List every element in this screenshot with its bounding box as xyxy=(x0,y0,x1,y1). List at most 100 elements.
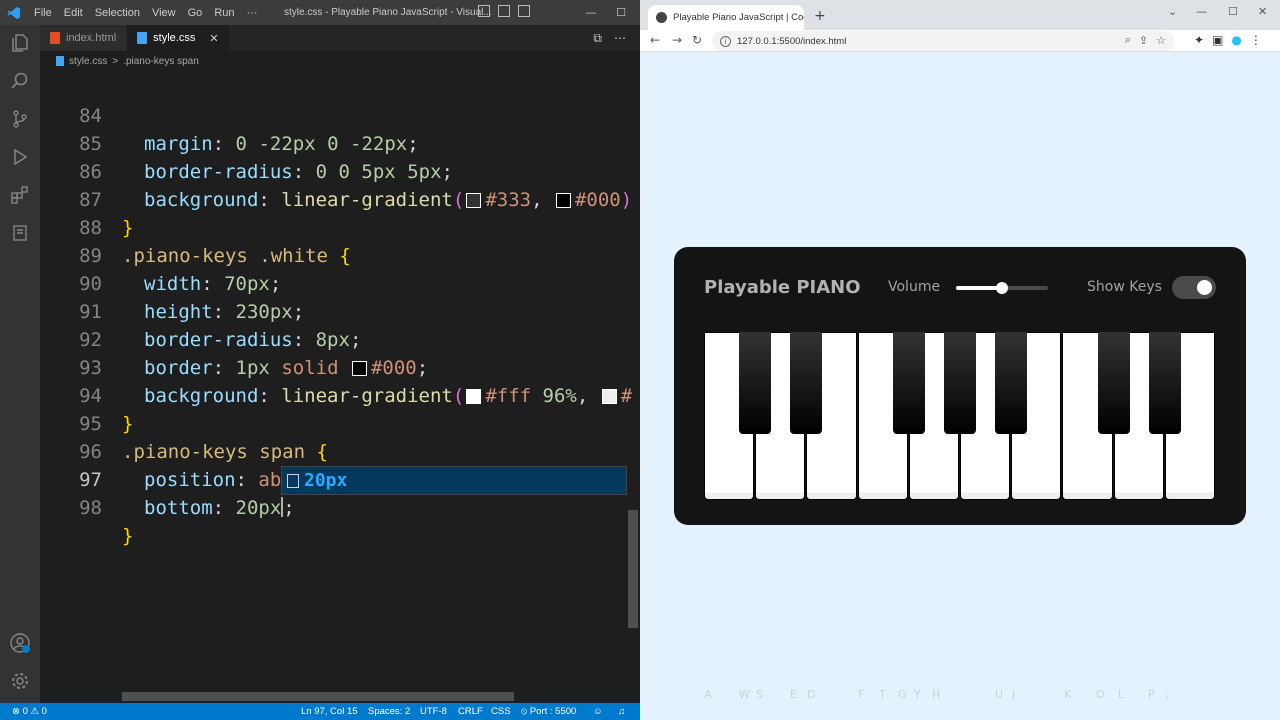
tab-label: index.html xyxy=(66,32,117,44)
show-keys-label: Show Keys xyxy=(1087,279,1162,295)
live-server-port[interactable]: ⦸ Port : 5500 xyxy=(521,706,576,717)
minimize-button[interactable]: — xyxy=(574,0,608,25)
menu-selection[interactable]: Selection xyxy=(89,7,146,19)
key-hint: P xyxy=(1148,688,1155,701)
key-hint: L xyxy=(1118,688,1125,701)
black-piano-key[interactable] xyxy=(995,332,1028,434)
address-bar[interactable]: i 127.0.0.1:5500/index.html ⌕ ⇪ ☆ xyxy=(712,31,1174,51)
search-icon[interactable] xyxy=(8,69,32,93)
vscode-logo-icon xyxy=(0,0,28,25)
suggestion-text: 20px xyxy=(304,470,348,491)
breadcrumb-symbol[interactable]: .piano-keys span xyxy=(123,56,199,67)
settings-gear-icon[interactable] xyxy=(8,669,32,693)
more-actions-icon[interactable]: ⋯ xyxy=(614,31,626,46)
key-hint: O xyxy=(1096,688,1105,701)
code-line: 95 .piano-keys span { xyxy=(40,382,640,463)
code-line: 86 background: linear-gradient(#333, #00… xyxy=(40,130,640,211)
indentation[interactable]: Spaces: 2 xyxy=(368,706,410,717)
tab-search-icon[interactable]: ⌄ xyxy=(1168,5,1177,18)
close-window-button[interactable]: ✕ xyxy=(1258,5,1267,18)
breadcrumb-file[interactable]: style.css xyxy=(69,56,107,67)
language-mode[interactable]: CSS xyxy=(491,706,511,717)
remote-explorer-icon[interactable] xyxy=(8,221,32,245)
maximize-button[interactable]: ☐ xyxy=(604,0,638,25)
notifications-bell-icon[interactable]: ♫ xyxy=(618,706,625,717)
encoding[interactable]: UTF-8 xyxy=(420,706,447,717)
menu-run[interactable]: Run xyxy=(208,7,240,19)
close-tab-icon[interactable]: ✕ xyxy=(209,32,218,45)
code-line: 91 border-radius: 8px; xyxy=(40,270,640,351)
code-line: 85 border-radius: 0 0 5px 5px; xyxy=(40,102,640,183)
site-info-icon[interactable]: i xyxy=(720,35,731,47)
volume-slider[interactable] xyxy=(956,282,1048,294)
code-editor[interactable]: 84 margin: 0 -22px 0 -22px; 85 border-ra… xyxy=(40,73,640,693)
volume-slider-thumb[interactable] xyxy=(996,282,1008,294)
title-bar: File Edit Selection View Go Run ··· styl… xyxy=(0,0,640,25)
key-hint: U xyxy=(995,688,1004,701)
menu-edit[interactable]: Edit xyxy=(58,7,89,19)
black-piano-key[interactable] xyxy=(739,332,772,434)
back-icon[interactable]: ← xyxy=(650,33,660,47)
minimize-button[interactable]: — xyxy=(1196,5,1207,18)
reload-icon[interactable]: ↻ xyxy=(692,33,702,47)
key-hint: F xyxy=(858,688,865,701)
toggle-sidebar-icon[interactable] xyxy=(478,5,490,17)
cursor-position[interactable]: Ln 97, Col 15 xyxy=(301,706,358,717)
css-file-icon xyxy=(137,32,148,44)
source-control-icon[interactable] xyxy=(8,107,32,131)
browser-menu-icon[interactable]: ⋮ xyxy=(1250,33,1262,47)
piano-wrapper: Playable PIANO Volume Show Keys xyxy=(674,247,1246,525)
menu-view[interactable]: View xyxy=(146,7,182,19)
problems-indicator[interactable]: ⊗ 0 ⚠ 0 xyxy=(12,706,47,717)
code-text: bottom: 20px; xyxy=(144,497,295,519)
menu-go[interactable]: Go xyxy=(182,7,209,19)
code-line: 90 height: 230px; xyxy=(40,242,640,323)
horizontal-scrollbar[interactable] xyxy=(122,692,514,701)
share-icon[interactable]: ⇪ xyxy=(1139,34,1148,47)
browser-window: Playable Piano JavaScript | Codin ✕ + ⌄ … xyxy=(640,0,1280,720)
run-debug-icon[interactable] xyxy=(8,145,32,169)
menu-more[interactable]: ··· xyxy=(241,7,264,19)
piano-title: Playable PIANO xyxy=(704,277,861,298)
black-piano-key[interactable] xyxy=(944,332,976,434)
new-tab-button[interactable]: + xyxy=(814,8,826,24)
piano-keys xyxy=(704,332,1216,500)
browser-tab[interactable]: Playable Piano JavaScript | Codin ✕ xyxy=(648,5,804,30)
bookmark-star-icon[interactable]: ☆ xyxy=(1156,34,1166,47)
code-line: 92 border: 1px solid #000; xyxy=(40,298,640,379)
value-kind-icon xyxy=(287,473,299,488)
show-keys-toggle[interactable] xyxy=(1172,276,1216,299)
key-hint: W xyxy=(739,688,750,701)
menu-file[interactable]: File xyxy=(28,7,58,19)
profile-avatar-icon[interactable]: ● xyxy=(1231,33,1241,47)
tab-index-html[interactable]: index.html xyxy=(40,25,128,51)
piano-header: Playable PIANO Volume Show Keys xyxy=(674,247,1246,332)
end-of-line[interactable]: CRLF xyxy=(458,706,483,717)
url-text: 127.0.0.1:5500/index.html xyxy=(737,35,847,47)
extensions-icon[interactable] xyxy=(8,183,32,207)
key-hints: A W S E D F T G Y H U J K O L P; xyxy=(640,688,1280,704)
extensions-puzzle-icon[interactable]: ✦ xyxy=(1194,33,1204,47)
breadcrumb-separator: > xyxy=(112,55,119,67)
black-piano-key[interactable] xyxy=(1148,332,1181,434)
vscode-window: File Edit Selection View Go Run ··· styl… xyxy=(0,0,640,720)
side-panel-icon[interactable]: ▣ xyxy=(1212,33,1223,47)
tab-style-css[interactable]: style.css ✕ xyxy=(127,25,230,51)
zoom-icon[interactable]: ⌕ xyxy=(1125,34,1131,47)
code-line: 88 .piano-keys .white { xyxy=(40,186,640,267)
volume-label: Volume xyxy=(888,279,941,295)
account-icon[interactable] xyxy=(8,631,32,655)
toggle-panel-icon[interactable] xyxy=(498,5,510,17)
explorer-icon[interactable] xyxy=(8,31,32,55)
maximize-button[interactable]: ☐ xyxy=(1228,5,1238,18)
black-piano-key[interactable] xyxy=(1097,332,1130,434)
toggle-secondary-sidebar-icon[interactable] xyxy=(518,5,530,17)
autocomplete-suggestion[interactable]: 20px xyxy=(281,466,627,495)
black-piano-key[interactable] xyxy=(790,332,823,434)
editor-actions: ⧉ ⋯ xyxy=(593,31,626,46)
black-piano-key[interactable] xyxy=(892,332,925,434)
vertical-scrollbar[interactable] xyxy=(628,510,638,628)
forward-icon[interactable]: → xyxy=(672,33,682,47)
feedback-icon[interactable]: ☺ xyxy=(593,706,603,717)
split-editor-icon[interactable]: ⧉ xyxy=(593,31,602,46)
